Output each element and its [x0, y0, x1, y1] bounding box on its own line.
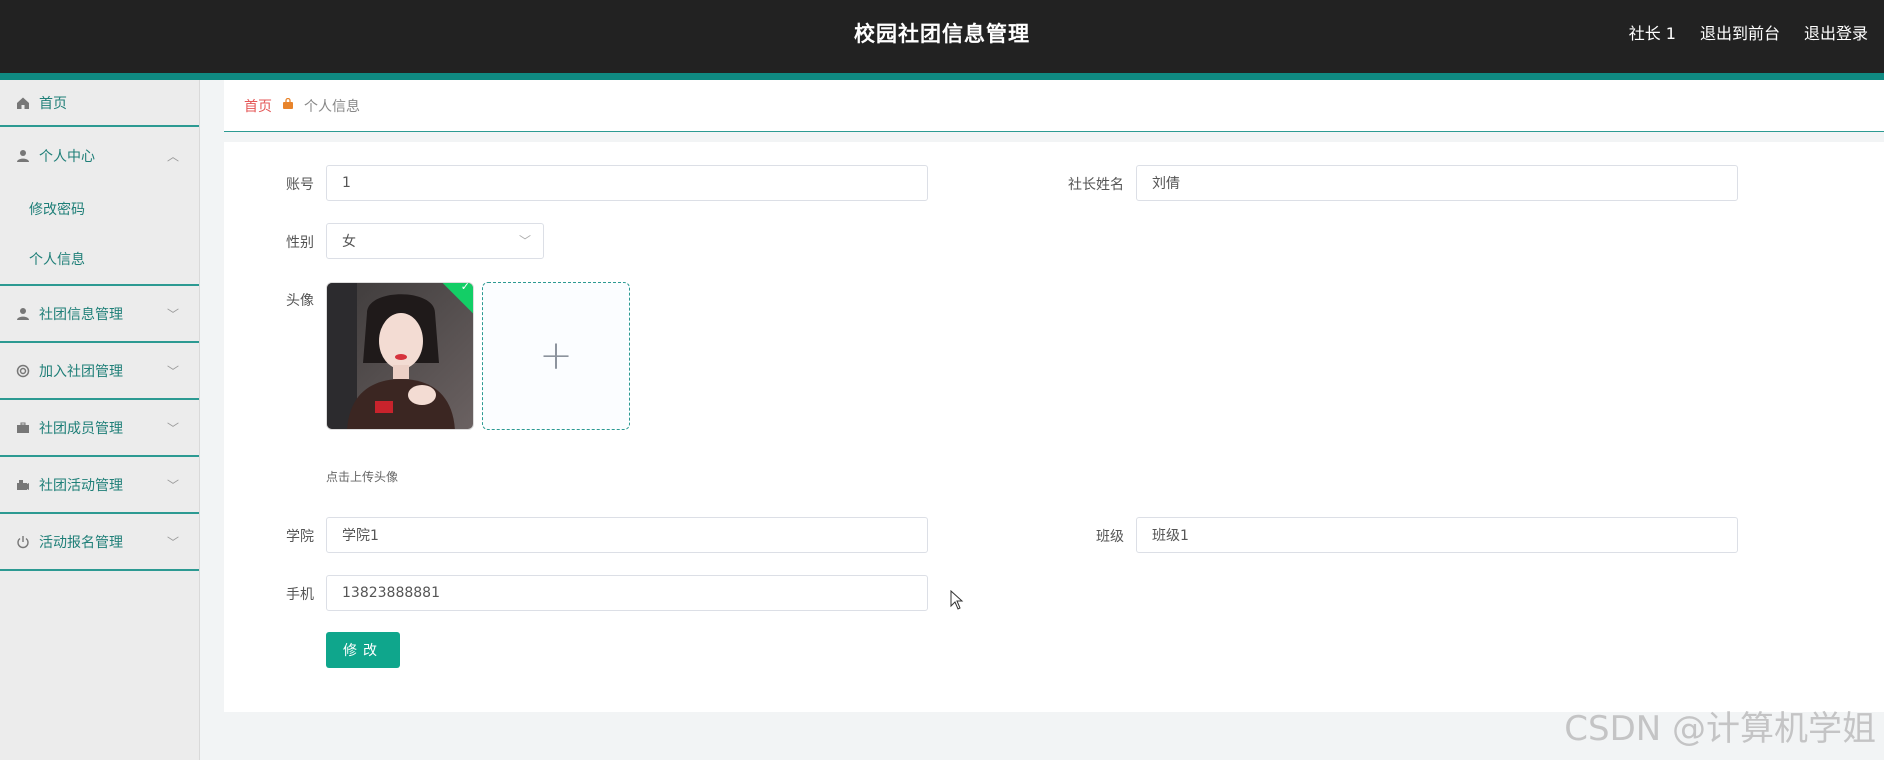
sidebar-item-personal-center[interactable]: 个人中心 ︿ — [0, 127, 199, 184]
lifebuoy-icon — [14, 362, 32, 380]
top-header: 校园社团信息管理 社长 1 退出到前台 退出登录 — [0, 0, 1884, 73]
sidebar-item-label: 首页 — [39, 95, 67, 112]
bag-icon — [282, 97, 294, 113]
avatar-upload-button[interactable]: + — [482, 282, 630, 430]
submit-button[interactable]: 修改 — [326, 632, 400, 668]
name-input[interactable] — [1136, 165, 1738, 201]
college-label: 学院 — [286, 529, 314, 545]
avatar-upload-hint: 点击上传头像 — [326, 470, 399, 484]
mouse-cursor-icon — [950, 590, 964, 610]
plus-icon: + — [539, 333, 573, 379]
sidebar-subitem-personal-info[interactable]: 个人信息 — [0, 234, 199, 284]
avatar-label: 头像 — [286, 293, 314, 309]
gender-selected-value: 女 — [342, 234, 356, 250]
sidebar-item-label: 加入社团管理 — [39, 363, 123, 380]
exit-to-frontend-link[interactable]: 退出到前台 — [1700, 20, 1780, 44]
class-input[interactable] — [1136, 517, 1738, 553]
sidebar-group-personal: 个人中心 ︿ 修改密码 个人信息 — [0, 127, 199, 286]
sidebar-item-club-info[interactable]: 社团信息管理 ﹀ — [0, 286, 199, 343]
sidebar-item-label: 活动报名管理 — [39, 534, 123, 551]
power-icon — [14, 533, 32, 551]
current-user-link[interactable]: 社长 1 — [1629, 20, 1676, 44]
sidebar-item-activity-signup[interactable]: 活动报名管理 ﹀ — [0, 514, 199, 571]
sidebar-subitem-change-password[interactable]: 修改密码 — [0, 184, 199, 234]
breadcrumb-current: 个人信息 — [304, 98, 360, 115]
breadcrumb-home[interactable]: 首页 — [244, 96, 272, 116]
chevron-down-icon: ﹀ — [166, 478, 179, 492]
college-input[interactable] — [326, 517, 928, 553]
watermark: CSDN @计算机学姐 — [1564, 709, 1876, 749]
user-icon — [14, 305, 32, 323]
class-label: 班级 — [1096, 529, 1124, 545]
home-icon — [14, 94, 32, 112]
breadcrumb: 首页 个人信息 — [224, 80, 1884, 132]
chevron-up-icon: ︿ — [166, 149, 179, 163]
camera-icon — [14, 476, 32, 494]
sidebar-item-label: 社团成员管理 — [39, 420, 123, 437]
gender-select[interactable]: 女 ﹀ — [326, 223, 544, 259]
chevron-down-icon: ﹀ — [166, 535, 179, 549]
sidebar-item-label: 个人中心 — [39, 148, 95, 165]
check-icon: ✓ — [460, 282, 470, 294]
chevron-down-icon: ﹀ — [518, 234, 531, 248]
sidebar: 首页 个人中心 ︿ 修改密码 个人信息 社团信息管理 ﹀ 加入社团管理 ﹀ 社团… — [0, 80, 200, 760]
gender-label: 性别 — [286, 235, 314, 251]
logout-link[interactable]: 退出登录 — [1804, 20, 1868, 44]
header-accent-bar — [0, 73, 1884, 80]
profile-form-panel: 账号 社长姓名 性别 女 ﹀ 头像 ✓ — [224, 142, 1884, 712]
sidebar-item-club-activities[interactable]: 社团活动管理 ﹀ — [0, 457, 199, 514]
user-icon — [14, 147, 32, 165]
sidebar-item-label: 社团信息管理 — [39, 306, 123, 323]
sidebar-item-label: 社团活动管理 — [39, 477, 123, 494]
sidebar-item-club-members[interactable]: 社团成员管理 ﹀ — [0, 400, 199, 457]
chevron-down-icon: ﹀ — [166, 421, 179, 435]
chevron-down-icon: ﹀ — [166, 364, 179, 378]
account-label: 账号 — [286, 177, 314, 193]
app-title: 校园社团信息管理 — [854, 22, 1030, 46]
sidebar-item-join-club[interactable]: 加入社团管理 ﹀ — [0, 343, 199, 400]
account-input[interactable] — [326, 165, 928, 201]
phone-label: 手机 — [286, 587, 314, 603]
avatar-image[interactable]: ✓ — [326, 282, 474, 430]
header-actions: 社长 1 退出到前台 退出登录 — [1629, 20, 1868, 44]
chevron-down-icon: ﹀ — [166, 307, 179, 321]
name-label: 社长姓名 — [1068, 177, 1124, 193]
phone-input[interactable] — [326, 575, 928, 611]
sidebar-item-home[interactable]: 首页 — [0, 80, 199, 127]
briefcase-icon — [14, 419, 32, 437]
